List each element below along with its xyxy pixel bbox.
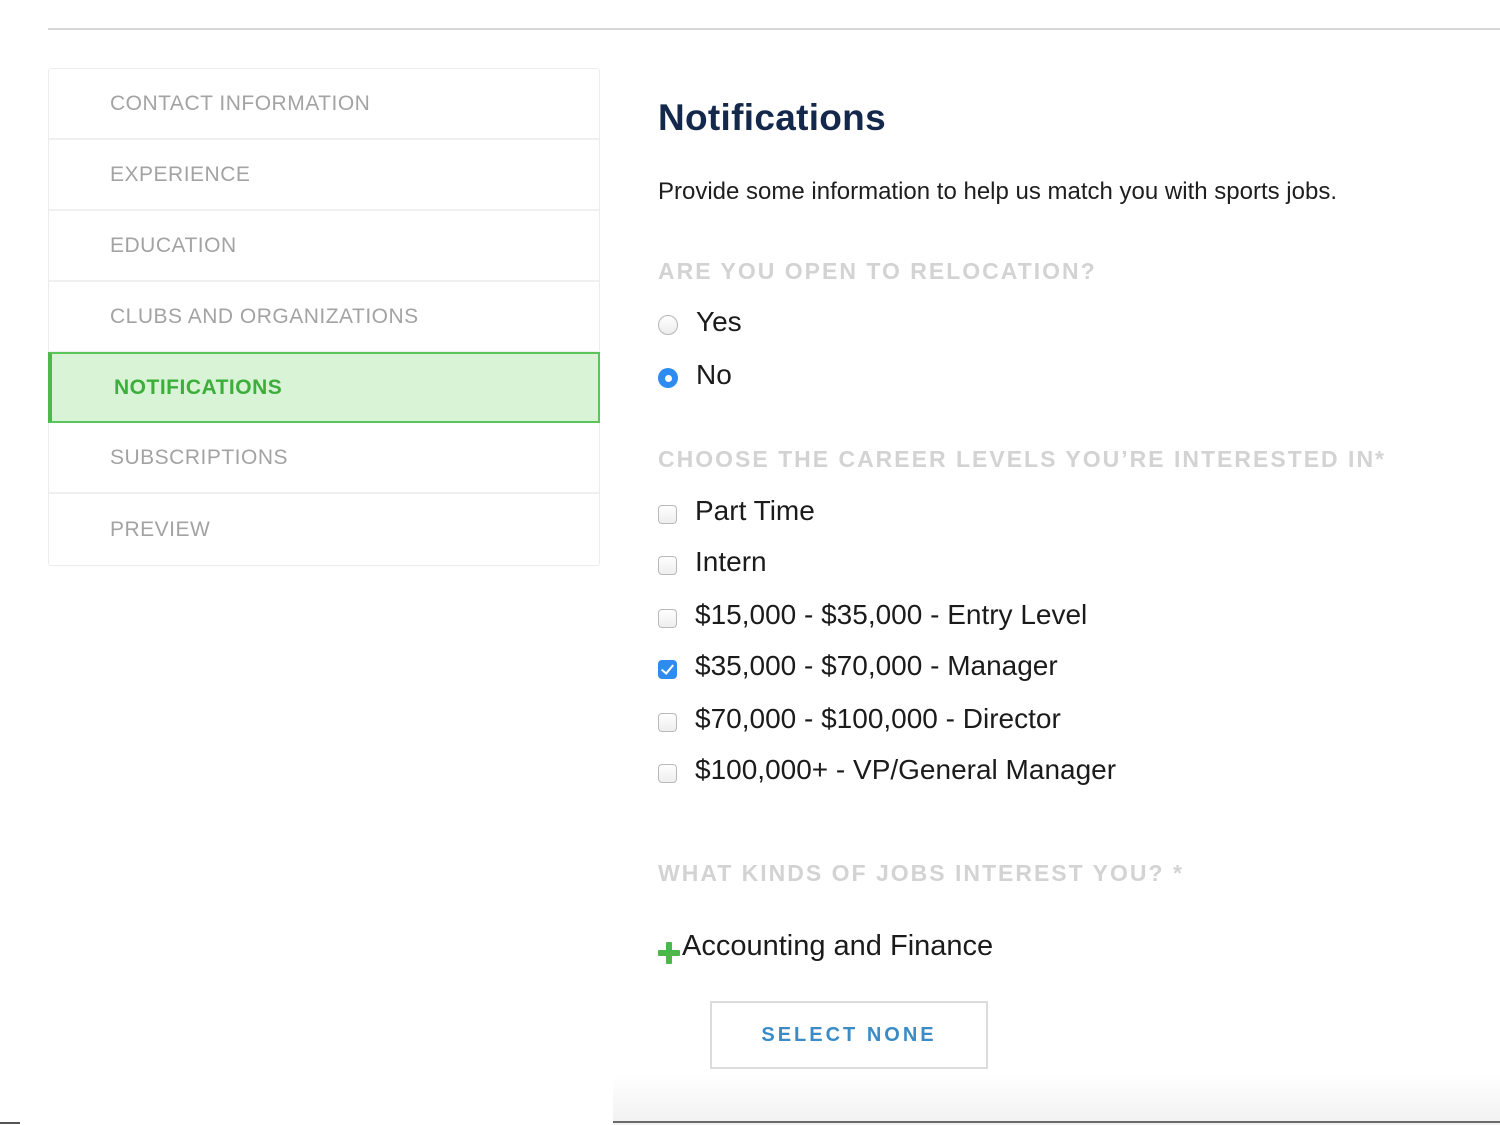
sidebar-item-notifications[interactable]: NOTIFICATIONS — [48, 352, 600, 423]
career-level-label: $15,000 - $35,000 - Entry Level — [695, 599, 1088, 630]
relocation-option-label: Yes — [696, 306, 742, 337]
plus-icon[interactable] — [658, 942, 680, 964]
bottom-divider-right — [613, 1121, 1500, 1123]
sidebar-item-label: EXPERIENCE — [110, 162, 251, 186]
sidebar-item-contact-information[interactable]: CONTACT INFORMATION — [49, 69, 599, 140]
job-kinds-question-label: WHAT KINDS OF JOBS INTEREST YOU? * — [658, 860, 1184, 886]
page-title: Notifications — [658, 97, 886, 138]
sidebar-nav: CONTACT INFORMATION EXPERIENCE EDUCATION… — [48, 68, 600, 566]
sidebar-item-label: NOTIFICATIONS — [114, 375, 283, 399]
checkbox[interactable] — [658, 555, 677, 575]
career-level-vp-general-manager[interactable]: $100,000+ - VP/General Manager — [658, 750, 1116, 790]
relocation-question-label: ARE YOU OPEN TO RELOCATION? — [658, 258, 1097, 284]
sidebar-item-experience[interactable]: EXPERIENCE — [49, 140, 599, 211]
career-level-part-time[interactable]: Part Time — [658, 491, 815, 531]
relocation-option-yes[interactable]: Yes — [658, 302, 742, 342]
sidebar-item-education[interactable]: EDUCATION — [49, 211, 599, 282]
bottom-divider-left — [0, 1122, 20, 1124]
career-levels-question-label: CHOOSE THE CAREER LEVELS YOU’RE INTEREST… — [658, 446, 1387, 472]
relocation-option-label: No — [696, 359, 732, 390]
sidebar-item-clubs-and-organizations[interactable]: CLUBS AND ORGANIZATIONS — [49, 282, 599, 353]
sidebar-item-subscriptions[interactable]: SUBSCRIPTIONS — [49, 423, 599, 494]
bottom-fade — [613, 1075, 1500, 1125]
page-description: Provide some information to help us matc… — [658, 178, 1337, 205]
radio-button-selected[interactable] — [658, 368, 678, 388]
career-level-label: $100,000+ - VP/General Manager — [695, 754, 1117, 785]
career-level-manager[interactable]: $35,000 - $70,000 - Manager — [658, 646, 1058, 686]
sidebar-item-label: CLUBS AND ORGANIZATIONS — [110, 304, 419, 328]
radio-button[interactable] — [658, 315, 678, 335]
job-category-accounting-and-finance[interactable]: Accounting and Finance — [682, 930, 993, 963]
sidebar-item-label: CONTACT INFORMATION — [110, 91, 371, 115]
notifications-form: Notifications Provide some information t… — [658, 0, 1500, 1125]
sidebar-item-label: SUBSCRIPTIONS — [110, 445, 289, 469]
checkbox[interactable] — [658, 763, 677, 783]
checkbox[interactable] — [658, 712, 677, 732]
checkbox[interactable] — [658, 608, 677, 628]
career-level-intern[interactable]: Intern — [658, 542, 767, 582]
career-level-label: Intern — [695, 546, 767, 577]
career-level-label: $70,000 - $100,000 - Director — [695, 703, 1061, 734]
career-level-director[interactable]: $70,000 - $100,000 - Director — [658, 699, 1061, 739]
relocation-option-no[interactable]: No — [658, 355, 732, 395]
sidebar-item-preview[interactable]: PREVIEW — [49, 494, 599, 565]
checkbox[interactable] — [658, 504, 677, 524]
sidebar-item-label: EDUCATION — [110, 233, 237, 257]
select-none-button[interactable]: SELECT NONE — [710, 1001, 988, 1069]
sidebar-item-label: PREVIEW — [110, 517, 211, 541]
career-level-entry-level[interactable]: $15,000 - $35,000 - Entry Level — [658, 595, 1087, 635]
career-level-label: Part Time — [695, 495, 815, 526]
career-level-label: $35,000 - $70,000 - Manager — [695, 650, 1058, 681]
checkbox-checked[interactable] — [658, 659, 677, 679]
page: CONTACT INFORMATION EXPERIENCE EDUCATION… — [0, 0, 1500, 1125]
